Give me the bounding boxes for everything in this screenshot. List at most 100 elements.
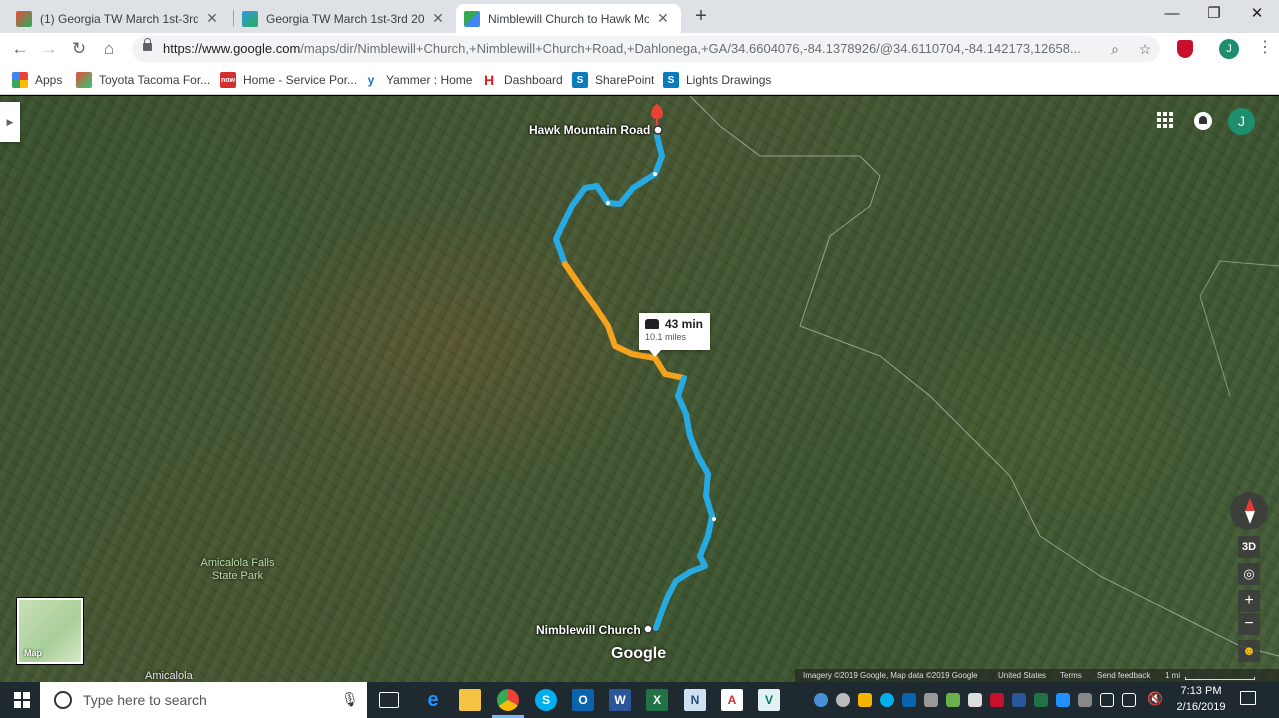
maximize-button[interactable]: ❐ bbox=[1194, 0, 1234, 30]
country-link[interactable]: United States bbox=[998, 669, 1046, 682]
close-tab-icon[interactable]: ✕ bbox=[655, 10, 671, 27]
bookmark-star-icon[interactable]: ☆ bbox=[1136, 40, 1154, 58]
bookmark-toyota[interactable]: Toyota Tacoma For... bbox=[76, 71, 210, 89]
tray-mcafee-icon[interactable] bbox=[990, 693, 1004, 707]
tray-skype-icon[interactable] bbox=[880, 693, 894, 707]
taskbar-search-box[interactable]: Type here to search 🎙 bbox=[40, 682, 367, 718]
tab-google-maps[interactable]: Nimblewill Church to Hawk Mou ✕ bbox=[456, 4, 681, 33]
tray-word-icon[interactable] bbox=[1012, 693, 1026, 707]
terms-link[interactable]: Terms bbox=[1060, 669, 1082, 682]
tab-georgia-tw-1[interactable]: (1) Georgia TW March 1st-3rd 20 ✕ bbox=[8, 4, 230, 33]
tray-excel-icon[interactable] bbox=[1034, 693, 1048, 707]
windows-start-icon[interactable] bbox=[14, 692, 30, 708]
tray-app-icon[interactable] bbox=[1056, 693, 1070, 707]
word-icon[interactable]: W bbox=[609, 689, 631, 711]
url-host: https://www.google.com bbox=[163, 41, 301, 56]
menu-kebab-icon[interactable]: ⋮ bbox=[1257, 39, 1273, 59]
acrobat-icon[interactable]: A bbox=[721, 689, 743, 711]
notepad-app-icon[interactable]: N bbox=[684, 689, 706, 711]
outlook-icon[interactable]: O bbox=[572, 689, 594, 711]
cortana-icon bbox=[54, 691, 72, 709]
send-feedback-link[interactable]: Send feedback bbox=[1097, 669, 1150, 682]
task-view-icon[interactable] bbox=[379, 692, 399, 708]
file-explorer-icon[interactable] bbox=[459, 689, 481, 711]
route-overlay[interactable] bbox=[0, 96, 1279, 682]
close-tab-icon[interactable]: ✕ bbox=[204, 10, 220, 27]
excel-icon[interactable]: X bbox=[646, 689, 668, 711]
tray-app-icon[interactable] bbox=[924, 693, 938, 707]
google-maps-favicon-icon bbox=[464, 10, 480, 27]
tab-title: Georgia TW March 1st-3rd 2019 bbox=[266, 11, 424, 26]
bookmark-lights-drawings[interactable]: S Lights Drawings bbox=[663, 71, 771, 89]
route-segment-normal bbox=[653, 375, 715, 631]
microphone-icon[interactable]: 🎙 bbox=[341, 691, 359, 708]
bookmark-yammer[interactable]: y Yammer : Home bbox=[363, 71, 472, 89]
clock-time[interactable]: 7:13 PM bbox=[1166, 685, 1236, 697]
bookmark-label: Apps bbox=[35, 73, 63, 87]
skype-icon[interactable]: S bbox=[535, 689, 557, 711]
address-bar[interactable]: https://www.google.com/maps/dir/Nimblewi… bbox=[132, 36, 1160, 62]
destination-label[interactable]: Hawk Mountain Road bbox=[529, 123, 650, 137]
pegman-street-view-icon[interactable]: ☻ bbox=[1238, 640, 1260, 662]
tray-app-icon[interactable] bbox=[814, 693, 828, 707]
tray-outlook-icon[interactable] bbox=[902, 693, 916, 707]
bookmark-label: Lights Drawings bbox=[686, 73, 772, 87]
google-apps-icon[interactable] bbox=[1157, 112, 1173, 128]
zoom-search-icon[interactable]: ⌕ bbox=[1106, 40, 1124, 58]
satellite-map[interactable]: Hawk Mountain Road Nimblewill Church Ami… bbox=[0, 96, 1279, 682]
bookmark-apps[interactable]: Apps bbox=[12, 71, 62, 89]
tab-title: Nimblewill Church to Hawk Mou bbox=[488, 11, 649, 26]
tray-app-icon[interactable] bbox=[968, 693, 982, 707]
mcafee-extension-icon[interactable] bbox=[1177, 40, 1193, 58]
map-profile-avatar[interactable]: J bbox=[1228, 108, 1255, 135]
compass-icon[interactable] bbox=[1230, 492, 1268, 530]
bookmark-service-portal[interactable]: now Home - Service Por... bbox=[220, 71, 357, 89]
new-tab-button[interactable]: + bbox=[690, 6, 712, 28]
tray-app-icon[interactable] bbox=[836, 693, 850, 707]
route-info-box[interactable]: 43 min 10.1 miles bbox=[639, 313, 710, 357]
tray-app-icon[interactable] bbox=[946, 693, 960, 707]
tilt-3d-button[interactable]: 3D bbox=[1238, 536, 1260, 558]
url-text[interactable]: https://www.google.com/maps/dir/Nimblewi… bbox=[163, 36, 1093, 62]
tab-georgia-tw-2[interactable]: Georgia TW March 1st-3rd 2019 ✕ bbox=[234, 4, 456, 33]
expand-side-panel-button[interactable]: ▶ bbox=[0, 102, 20, 142]
tray-app-icon[interactable] bbox=[1100, 693, 1114, 707]
close-tab-icon[interactable]: ✕ bbox=[430, 10, 446, 27]
chrome-icon[interactable] bbox=[497, 689, 519, 711]
yammer-icon: y bbox=[363, 72, 379, 88]
reload-icon[interactable]: ↻ bbox=[68, 38, 90, 60]
bookmark-sharepoint[interactable]: S SharePoint bbox=[572, 71, 654, 89]
route-waypoint-dot bbox=[606, 201, 610, 205]
boundary-line bbox=[1199, 260, 1279, 397]
bookmark-label: Yammer : Home bbox=[386, 73, 473, 87]
notifications-bell-icon[interactable] bbox=[1194, 112, 1212, 130]
minimize-button[interactable]: — bbox=[1152, 0, 1192, 30]
origin-label[interactable]: Nimblewill Church bbox=[536, 623, 641, 637]
network-icon[interactable] bbox=[1122, 693, 1136, 707]
dashboard-h-icon: H bbox=[481, 72, 497, 88]
close-window-button[interactable]: ✕ bbox=[1237, 0, 1277, 30]
back-arrow-icon[interactable]: ← bbox=[9, 38, 31, 60]
scale-label[interactable]: 1 mi bbox=[1165, 669, 1180, 682]
my-location-icon[interactable]: ◎ bbox=[1238, 563, 1260, 585]
bookmark-dashboard[interactable]: H Dashboard bbox=[481, 71, 563, 89]
zoom-in-button[interactable]: + bbox=[1238, 590, 1260, 612]
visio-app-icon[interactable]: V bbox=[758, 689, 780, 711]
zoom-out-button[interactable]: − bbox=[1238, 613, 1260, 635]
home-icon[interactable]: ⌂ bbox=[98, 38, 120, 60]
action-center-icon[interactable] bbox=[1240, 691, 1256, 705]
tray-app-icon[interactable] bbox=[858, 693, 872, 707]
volume-muted-icon[interactable]: 🔇 bbox=[1147, 691, 1163, 707]
route-distance: 10.1 miles bbox=[645, 332, 687, 342]
map-layer-thumbnail[interactable]: Map bbox=[17, 598, 83, 664]
apps-grid-icon bbox=[12, 72, 28, 88]
profile-avatar[interactable]: J bbox=[1219, 39, 1239, 59]
forward-arrow-icon[interactable]: → bbox=[38, 38, 60, 60]
tray-app-icon[interactable] bbox=[1078, 693, 1092, 707]
place-label[interactable]: Amicalola bbox=[145, 670, 193, 682]
edge-icon[interactable]: e bbox=[422, 689, 444, 711]
boundary-line bbox=[689, 96, 1279, 657]
park-label[interactable]: Amicalola Falls State Park bbox=[190, 557, 285, 583]
clock-date[interactable]: 2/16/2019 bbox=[1166, 701, 1236, 713]
tab-title: (1) Georgia TW March 1st-3rd 20 bbox=[40, 11, 198, 26]
